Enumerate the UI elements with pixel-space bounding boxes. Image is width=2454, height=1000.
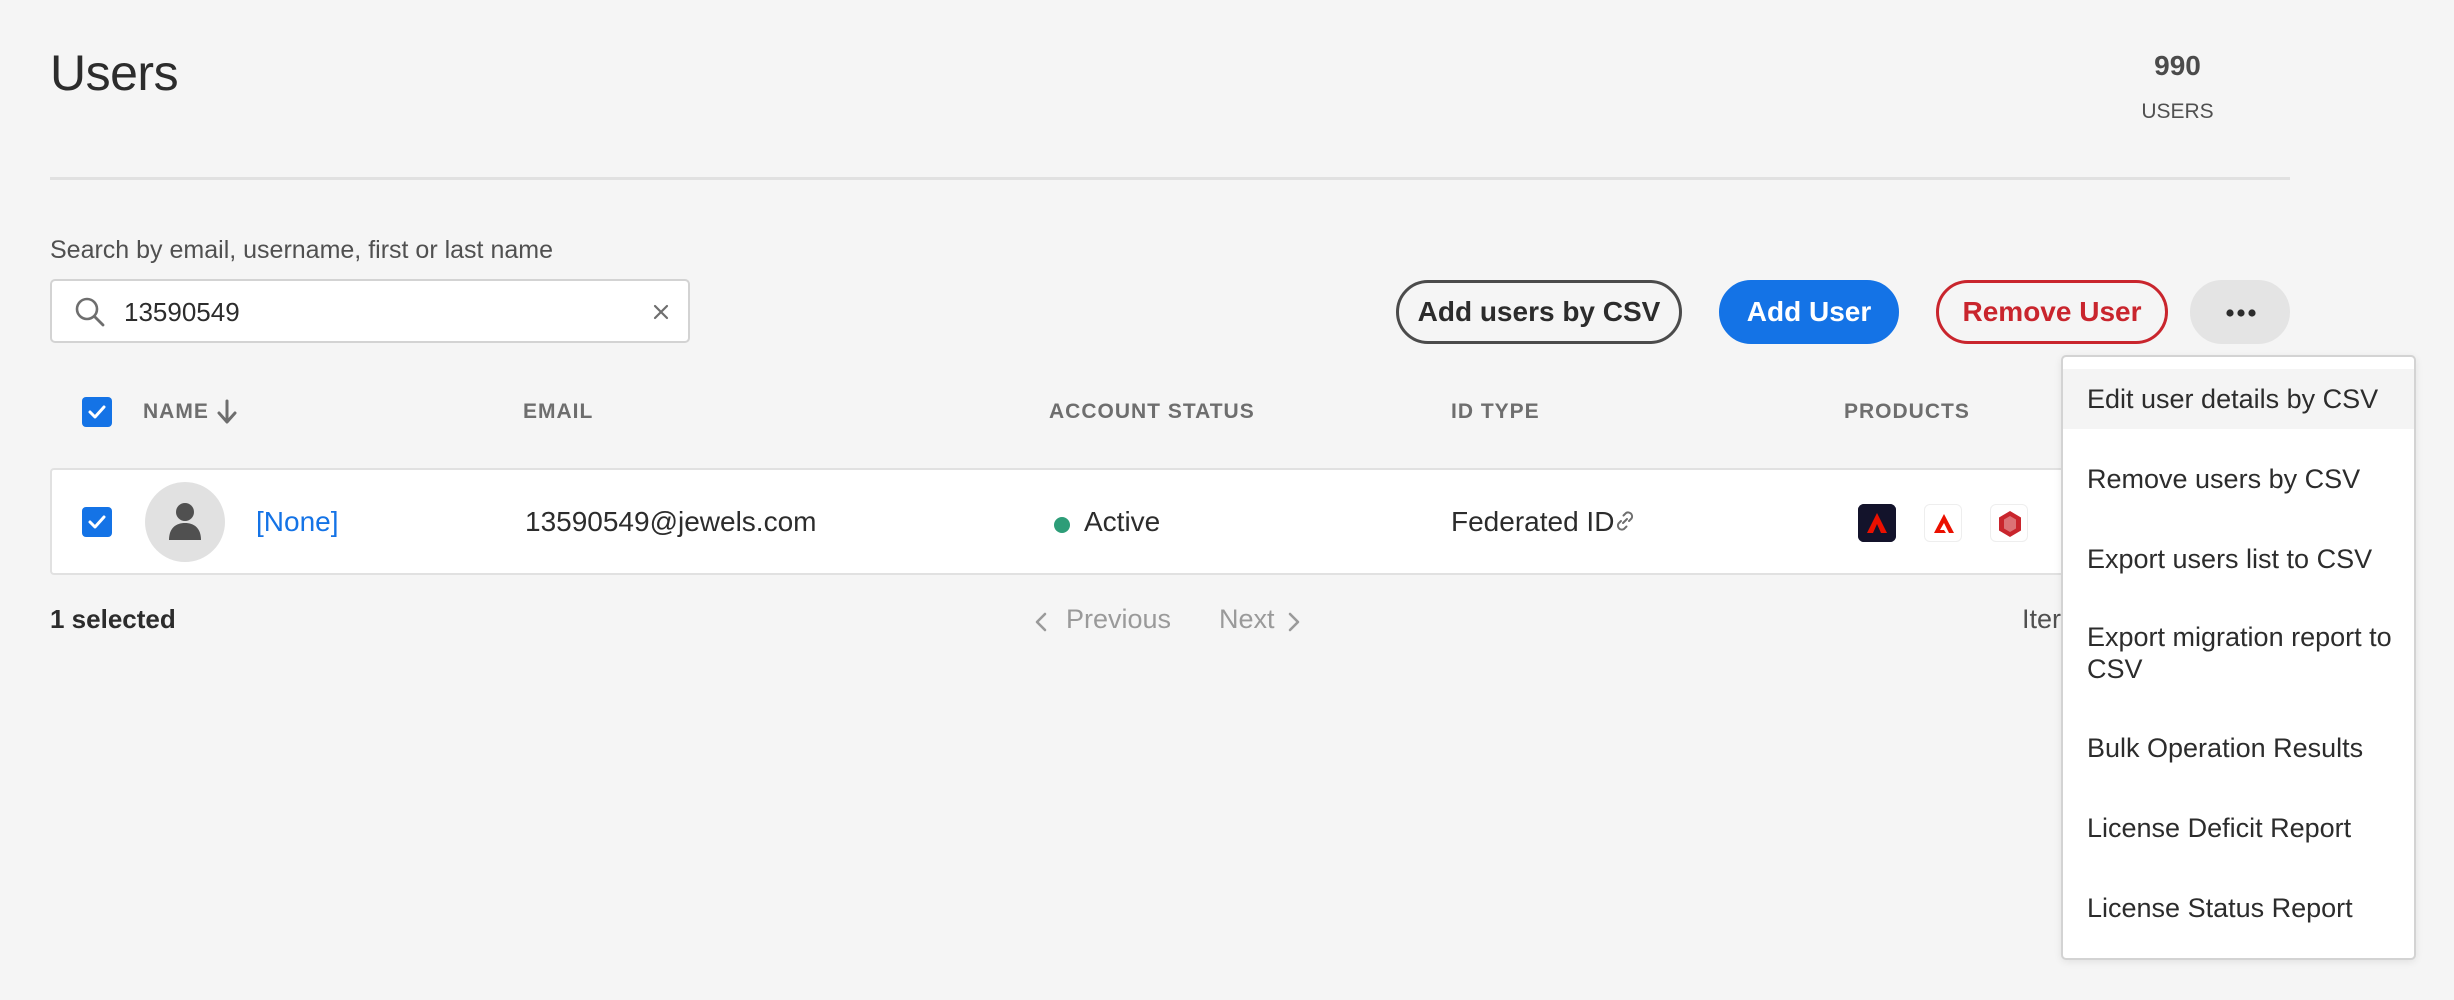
row-checkbox[interactable] [82,507,112,537]
menu-item-bulk-operation-results[interactable]: Bulk Operation Results [2063,718,2414,778]
menu-item-export-users-list-to-csv[interactable]: Export users list to CSV [2063,529,2414,589]
menu-item-remove-users-by-csv[interactable]: Remove users by CSV [2063,449,2414,509]
id-type: Federated ID [1451,506,1615,537]
next-page-button[interactable]: Next [1219,604,1300,635]
more-dots-icon [2226,309,2256,317]
account-status: Active [1084,506,1161,537]
search-label: Search by email, username, first or last… [50,236,553,264]
menu-item-export-migration-report-to-csv[interactable]: Export migration report to CSV [2063,607,2414,699]
previous-label: Previous [1066,604,1172,634]
column-header-id-type: ID TYPE [1451,400,1540,423]
acrobat-sign-icon [1990,504,2028,542]
user-count-value: 990 [2154,50,2201,81]
items-per-page-label: Iter [2022,604,2062,634]
search-field[interactable] [50,279,690,343]
selected-count: 1 selected [50,604,176,634]
user-silhouette-icon [169,503,201,540]
user-count-stat: 990 USERS [2110,50,2245,124]
more-actions-menu: Edit user details by CSV Remove users by… [2061,355,2416,960]
remove-user-button[interactable]: Remove User [1936,280,2168,344]
add-user-button[interactable]: Add User [1719,280,1899,344]
sort-descending-icon[interactable] [216,398,238,426]
column-header-account-status: ACCOUNT STATUS [1049,400,1255,423]
user-email: 13590549@jewels.com [525,506,817,537]
menu-item-license-deficit-report[interactable]: License Deficit Report [2063,798,2414,858]
chevron-right-icon [1288,612,1300,632]
add-users-by-csv-button[interactable]: Add users by CSV [1396,280,1682,344]
adobe-app-icon [1858,504,1896,542]
next-label: Next [1219,604,1275,634]
select-all-checkbox[interactable] [82,397,112,427]
chevron-left-icon [1035,612,1047,632]
column-header-products: PRODUCTS [1844,400,1970,423]
user-count-label: USERS [2141,100,2214,123]
previous-page-button[interactable]: Previous [1033,604,1171,635]
search-icon [74,296,106,328]
link-icon [1612,508,1638,534]
table-row[interactable]: [None] 13590549@jewels.com Active Federa… [50,468,2100,575]
menu-item-edit-user-details-by-csv[interactable]: Edit user details by CSV [2063,369,2414,429]
avatar [145,482,225,562]
more-actions-button[interactable] [2190,280,2290,344]
status-active-dot [1054,517,1070,533]
column-header-name[interactable]: NAME [143,400,209,424]
checkmark-icon [88,405,106,419]
menu-item-license-status-report[interactable]: License Status Report [2063,878,2414,938]
clear-search-icon[interactable] [649,300,673,324]
column-header-email: EMAIL [523,400,594,423]
page-title: Users [50,45,179,101]
adobe-logo-icon [1924,504,1962,542]
search-input[interactable] [124,297,624,328]
checkmark-icon [88,515,106,529]
header-divider [50,177,2290,180]
user-name-link[interactable]: [None] [256,506,339,538]
